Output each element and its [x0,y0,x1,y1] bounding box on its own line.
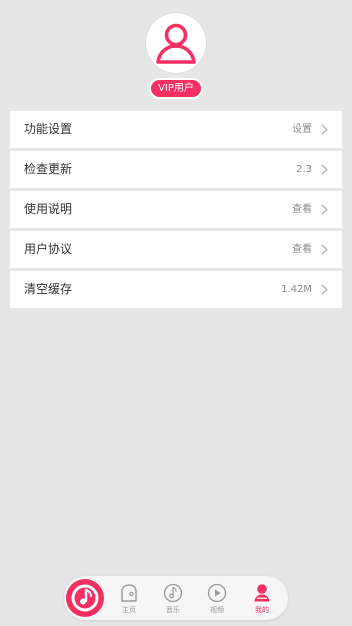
nav-item-mine[interactable]: 我的 [246,583,278,617]
setting-row-clear-cache[interactable]: 清空缓存 1.42M [10,271,342,308]
settings-list: 功能设置 设置 检查更新 2.3 使用说明 查看 用户协议 查看 清空缓存 1.… [10,111,342,311]
chevron-right-icon [321,164,328,175]
nav-item-home[interactable]: 主页 [113,583,145,617]
setting-value: 2.3 [296,164,312,175]
chevron-right-icon [321,244,328,255]
setting-row-check-update[interactable]: 检查更新 2.3 [10,151,342,188]
chevron-right-icon [321,284,328,295]
music-disc-icon [71,584,99,612]
user-icon [254,584,270,602]
nav-item-video[interactable]: 视频 [201,583,233,617]
bottom-navigation: 主页 音乐 视频 我的 [64,576,288,620]
music-player-button[interactable] [66,579,104,617]
setting-row-instructions[interactable]: 使用说明 查看 [10,191,342,228]
avatar[interactable] [146,13,206,73]
video-play-icon [207,583,227,603]
user-avatar-icon [156,23,196,64]
setting-row-user-agreement[interactable]: 用户协议 查看 [10,231,342,268]
nav-label: 视频 [210,606,224,614]
chevron-right-icon [321,204,328,215]
setting-value: 查看 [292,244,312,255]
setting-label: 功能设置 [24,122,73,136]
setting-label: 检查更新 [24,162,73,176]
setting-value: 设置 [292,124,312,135]
profile-header: VIP用户 [0,0,352,110]
nav-label: 主页 [122,606,136,614]
home-icon [121,584,137,602]
setting-label: 清空缓存 [24,282,73,296]
music-icon [163,583,183,603]
setting-value: 1.42M [281,284,312,295]
setting-value: 查看 [292,204,312,215]
vip-badge: VIP用户 [151,80,201,97]
chevron-right-icon [321,124,328,135]
nav-label: 音乐 [166,606,180,614]
setting-row-function-settings[interactable]: 功能设置 设置 [10,111,342,148]
nav-label: 我的 [255,606,269,614]
setting-label: 用户协议 [24,242,73,256]
nav-item-music[interactable]: 音乐 [157,583,189,617]
setting-label: 使用说明 [24,202,73,216]
